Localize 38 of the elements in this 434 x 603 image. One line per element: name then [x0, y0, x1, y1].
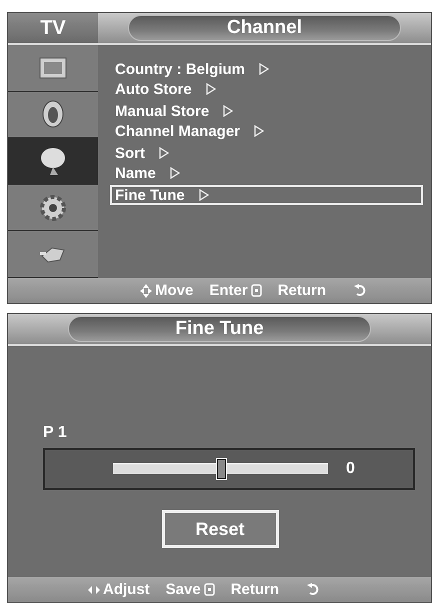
- key-hint: Return: [278, 282, 326, 299]
- menu-title: Fine Tune: [68, 316, 371, 342]
- channel-label: P 1: [43, 424, 68, 442]
- right-arrow-icon: [254, 125, 264, 137]
- return-icon: [354, 284, 366, 297]
- key-hint: Adjust: [103, 581, 150, 598]
- key-hint: Return: [230, 581, 280, 598]
- right-arrow-icon: [206, 83, 216, 95]
- right-arrow-icon: [170, 167, 180, 179]
- right-arrow-icon: [259, 63, 269, 75]
- key-hint: Save: [166, 581, 201, 598]
- right-arrow-icon: [159, 147, 169, 159]
- four-way-arrow-icon: [140, 284, 152, 298]
- menu-title: Channel: [128, 15, 401, 41]
- gear-icon: [38, 192, 68, 223]
- menu-item[interactable]: Auto Store: [110, 79, 423, 99]
- section-title: TV: [8, 13, 98, 43]
- speaker-icon: [40, 99, 66, 130]
- return-icon: [307, 583, 320, 596]
- enter-icon: [250, 284, 262, 297]
- category-tab[interactable]: [8, 138, 98, 185]
- menu-item[interactable]: Channel Manager: [110, 121, 423, 141]
- menu-item[interactable]: Country : Belgium: [110, 59, 423, 79]
- menu-item[interactable]: Name: [110, 163, 423, 183]
- right-arrow-icon: [198, 189, 209, 201]
- menu-item[interactable]: Fine Tune: [110, 185, 423, 205]
- slider-value: 0: [346, 460, 355, 478]
- menu-item[interactable]: Manual Store: [110, 101, 423, 121]
- menu-item[interactable]: Sort: [110, 143, 423, 163]
- key-hint: Move: [155, 282, 194, 299]
- screen-icon: [38, 54, 68, 81]
- category-tab[interactable]: [8, 92, 98, 138]
- key-hint: Enter: [209, 282, 248, 299]
- enter-icon: [204, 583, 215, 596]
- right-arrow-icon: [223, 105, 234, 117]
- reset-button[interactable]: Reset: [162, 510, 278, 548]
- left-right-arrow-icon: [88, 584, 100, 594]
- slider-thumb[interactable]: [216, 459, 226, 479]
